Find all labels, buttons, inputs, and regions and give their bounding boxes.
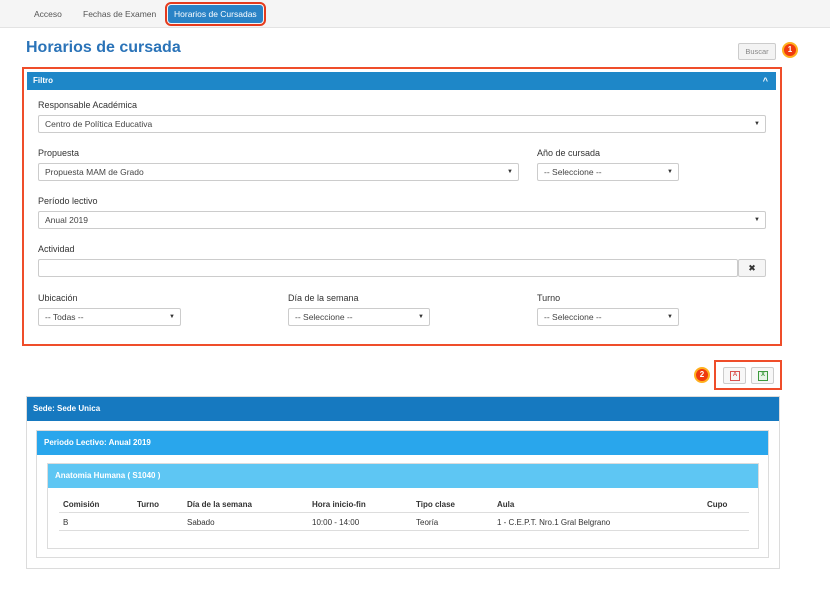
turno-label: Turno [537, 293, 561, 303]
actividad-input[interactable] [38, 259, 738, 277]
cell-comision: B [63, 518, 69, 527]
cell-tipo-clase: Teoría [416, 518, 439, 527]
clear-actividad-button[interactable]: ✖ [738, 259, 766, 277]
annotation-marker-2: 2 [694, 367, 710, 383]
dropdown-arrow-icon: ▼ [667, 169, 673, 175]
dropdown-arrow-icon: ▼ [754, 121, 760, 127]
excel-icon: X [758, 371, 768, 381]
export-group: A X [714, 360, 782, 390]
cell-aula: 1 - C.E.P.T. Nro.1 Gral Belgrano [497, 518, 611, 527]
dropdown-arrow-icon: ▼ [169, 314, 175, 320]
responsable-select[interactable]: Centro de Política Educativa ▼ [38, 115, 766, 133]
filter-title: Filtro [33, 76, 53, 85]
dia-select[interactable]: -- Seleccione -- ▼ [288, 308, 430, 326]
responsable-value: Centro de Política Educativa [45, 119, 153, 129]
sede-panel: Sede: Sede Unica Periodo Lectivo: Anual … [26, 396, 780, 569]
column-header-dia: Día de la semana [187, 500, 252, 509]
search-button[interactable]: Buscar [738, 43, 776, 60]
ubicacion-value: -- Todas -- [45, 312, 84, 322]
close-icon: ✖ [748, 263, 756, 273]
activity-panel: Anatomia Humana ( S1040 ) Comisión Turno… [47, 463, 759, 549]
table-header-divider [59, 512, 749, 513]
ubicacion-select[interactable]: -- Todas -- ▼ [38, 308, 181, 326]
cell-dia: Sabado [187, 518, 215, 527]
periodo-panel: Periodo Lectivo: Anual 2019 Anatomia Hum… [36, 430, 769, 558]
chevron-up-icon[interactable]: ^ [763, 72, 768, 90]
periodo-select[interactable]: Anual 2019 ▼ [38, 211, 766, 229]
propuesta-select[interactable]: Propuesta MAM de Grado ▼ [38, 163, 519, 181]
propuesta-value: Propuesta MAM de Grado [45, 167, 144, 177]
export-excel-button[interactable]: X [751, 367, 774, 384]
dropdown-arrow-icon: ▼ [754, 217, 760, 223]
tab-horarios-de-cursadas[interactable]: Horarios de Cursadas [165, 2, 266, 26]
column-header-aula: Aula [497, 500, 515, 509]
sede-header: Sede: Sede Unica [27, 397, 779, 421]
dia-value: -- Seleccione -- [295, 312, 353, 322]
anio-select[interactable]: -- Seleccione -- ▼ [537, 163, 679, 181]
dropdown-arrow-icon: ▼ [667, 314, 673, 320]
anio-value: -- Seleccione -- [544, 167, 602, 177]
page-title: Horarios de cursada [26, 39, 181, 56]
responsable-label: Responsable Académica [38, 100, 138, 110]
cell-hora: 10:00 - 14:00 [312, 518, 360, 527]
periodo-label: Período lectivo [38, 196, 98, 206]
propuesta-label: Propuesta [38, 148, 80, 158]
tab-fechas-de-examen[interactable]: Fechas de Examen [77, 5, 162, 23]
periodo-header: Periodo Lectivo: Anual 2019 [37, 431, 768, 455]
column-header-hora: Hora inicio-fin [312, 500, 366, 509]
dropdown-arrow-icon: ▼ [507, 169, 513, 175]
dia-label: Día de la semana [288, 293, 359, 303]
pdf-icon: A [730, 371, 740, 381]
activity-header[interactable]: Anatomia Humana ( S1040 ) [48, 464, 758, 488]
turno-select[interactable]: -- Seleccione -- ▼ [537, 308, 679, 326]
table-row-divider [59, 530, 749, 531]
tab-acceso[interactable]: Acceso [28, 5, 68, 23]
export-pdf-button[interactable]: A [723, 367, 746, 384]
dropdown-arrow-icon: ▼ [418, 314, 424, 320]
turno-value: -- Seleccione -- [544, 312, 602, 322]
column-header-tipo-clase: Tipo clase [416, 500, 455, 509]
ubicacion-label: Ubicación [38, 293, 78, 303]
column-header-cupo: Cupo [707, 500, 728, 509]
column-header-turno: Turno [137, 500, 160, 509]
anio-label: Año de cursada [537, 148, 601, 158]
filter-panel: Filtro ^ Responsable Académica Centro de… [22, 67, 782, 346]
top-nav: Acceso Fechas de Examen Horarios de Curs… [0, 0, 830, 28]
periodo-value: Anual 2019 [45, 215, 89, 225]
filter-header[interactable]: Filtro ^ [27, 72, 776, 90]
column-header-comision: Comisión [63, 500, 100, 509]
actividad-label: Actividad [38, 244, 75, 254]
annotation-marker-1: 1 [782, 42, 798, 58]
